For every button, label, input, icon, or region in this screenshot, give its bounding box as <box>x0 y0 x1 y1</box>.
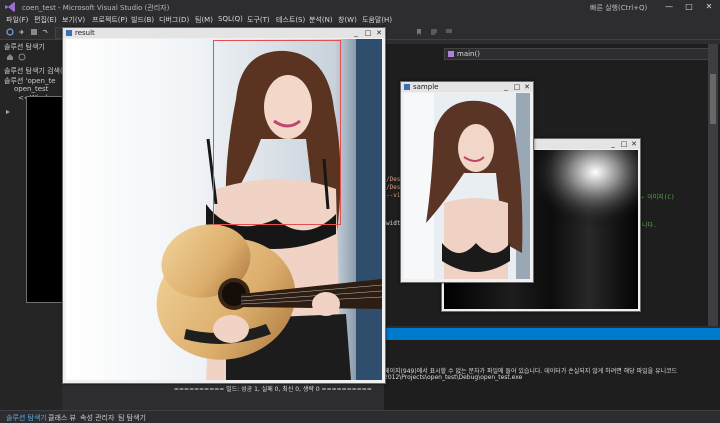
cv-window-sample-caption: sample _ □ ✕ <box>401 82 533 92</box>
menu-bar: 파일(F) 편집(E) 보기(V) 프로젝트(P) 빌드(B) 디버그(D) 팀… <box>0 14 720 25</box>
minimize-button[interactable]: — <box>660 1 678 13</box>
undo-icon[interactable] <box>41 28 49 36</box>
minimize-icon[interactable]: _ <box>351 29 361 37</box>
solution-search-input[interactable]: 솔루션 탐색기 검색( <box>4 66 63 76</box>
function-combo-value: main() <box>457 50 480 58</box>
face-detection-rectangle <box>213 40 341 225</box>
uncomment-icon[interactable] <box>445 28 453 36</box>
sync-icon[interactable] <box>18 53 26 61</box>
console-window <box>26 96 66 303</box>
bookmark-icon[interactable] <box>415 28 423 36</box>
maximize-icon[interactable]: □ <box>512 83 522 91</box>
cv-window-sample-title: sample <box>413 83 439 91</box>
home-icon[interactable] <box>6 53 14 61</box>
window-icon <box>66 30 72 36</box>
maximize-icon[interactable]: □ <box>619 140 629 148</box>
cv-window-result-caption: result _ □ ✕ <box>63 28 385 38</box>
cv-window-result: result _ □ ✕ <box>62 27 386 384</box>
maximize-icon[interactable]: □ <box>363 29 373 37</box>
output-panel: 페이지(949)에서 표시할 수 없는 문자가 파일에 들어 있습니다. 데이터… <box>384 340 720 412</box>
solution-explorer-title: 솔루션 탐색기 <box>4 43 45 51</box>
menu-sql[interactable]: SQL(Q) <box>218 15 243 23</box>
menu-file[interactable]: 파일(F) <box>6 15 28 25</box>
menu-help[interactable]: 도움말(H) <box>362 15 392 25</box>
menu-edit[interactable]: 편집(E) <box>34 15 57 25</box>
status-bar: 솔루션 탐색기 클래스 뷰 속성 관리자 팀 탐색기 <box>0 410 720 423</box>
menu-test[interactable]: 테스트(S) <box>276 15 305 25</box>
window-icon <box>404 84 410 90</box>
minimize-icon[interactable]: _ <box>501 83 511 91</box>
close-icon[interactable]: ✕ <box>629 140 639 148</box>
menu-view[interactable]: 보기(V) <box>62 15 85 25</box>
build-summary: ========== 빌드: 성공 1, 실패 0, 최신 0, 생략 0 ==… <box>174 386 372 393</box>
visual-studio-logo-icon <box>5 2 15 12</box>
forward-icon[interactable] <box>17 28 25 36</box>
close-icon[interactable]: ✕ <box>522 83 532 91</box>
menu-build[interactable]: 빌드(B) <box>131 15 154 25</box>
function-icon <box>448 51 454 57</box>
close-button[interactable]: ✕ <box>700 1 718 13</box>
menu-debug[interactable]: 디버그(D) <box>159 15 189 25</box>
tree-item-project[interactable]: open_test <box>14 85 48 93</box>
output-line-2: 2012\Projects\open_test\Debug\open_test.… <box>384 374 523 381</box>
menu-analyze[interactable]: 분석(N) <box>309 15 333 25</box>
quick-launch-input[interactable]: 빠른 실행(Ctrl+Q) <box>590 3 647 13</box>
menu-window[interactable]: 창(W) <box>338 15 357 25</box>
close-icon[interactable]: ✕ <box>374 29 384 37</box>
back-icon[interactable] <box>6 28 14 36</box>
cv-window-result-title: result <box>75 29 95 37</box>
code-line-4: → 이미지(C) <box>640 194 675 201</box>
title-bar: coen_test - Microsoft Visual Studio (관리자… <box>0 0 720 14</box>
code-line-6: 니다. <box>642 222 657 229</box>
function-dropdown[interactable]: main() <box>444 48 716 60</box>
expand-arrow-icon[interactable] <box>4 108 12 116</box>
window-title: coen_test - Microsoft Visual Studio (관리자… <box>22 4 170 12</box>
editor-scrollbar[interactable] <box>708 44 718 326</box>
minimize-icon[interactable]: _ <box>608 140 618 148</box>
scrollbar-thumb[interactable] <box>710 74 716 124</box>
menu-tools[interactable]: 도구(T) <box>247 15 270 25</box>
cv-window-sample: sample _ □ ✕ <box>400 81 534 283</box>
maximize-button[interactable]: □ <box>680 1 698 13</box>
comment-icon[interactable] <box>430 28 438 36</box>
save-icon[interactable] <box>30 28 38 36</box>
sample-image <box>404 93 530 279</box>
output-tab-bar <box>384 328 720 340</box>
menu-project[interactable]: 프로젝트(P) <box>92 15 127 25</box>
menu-team[interactable]: 팀(M) <box>195 15 213 25</box>
